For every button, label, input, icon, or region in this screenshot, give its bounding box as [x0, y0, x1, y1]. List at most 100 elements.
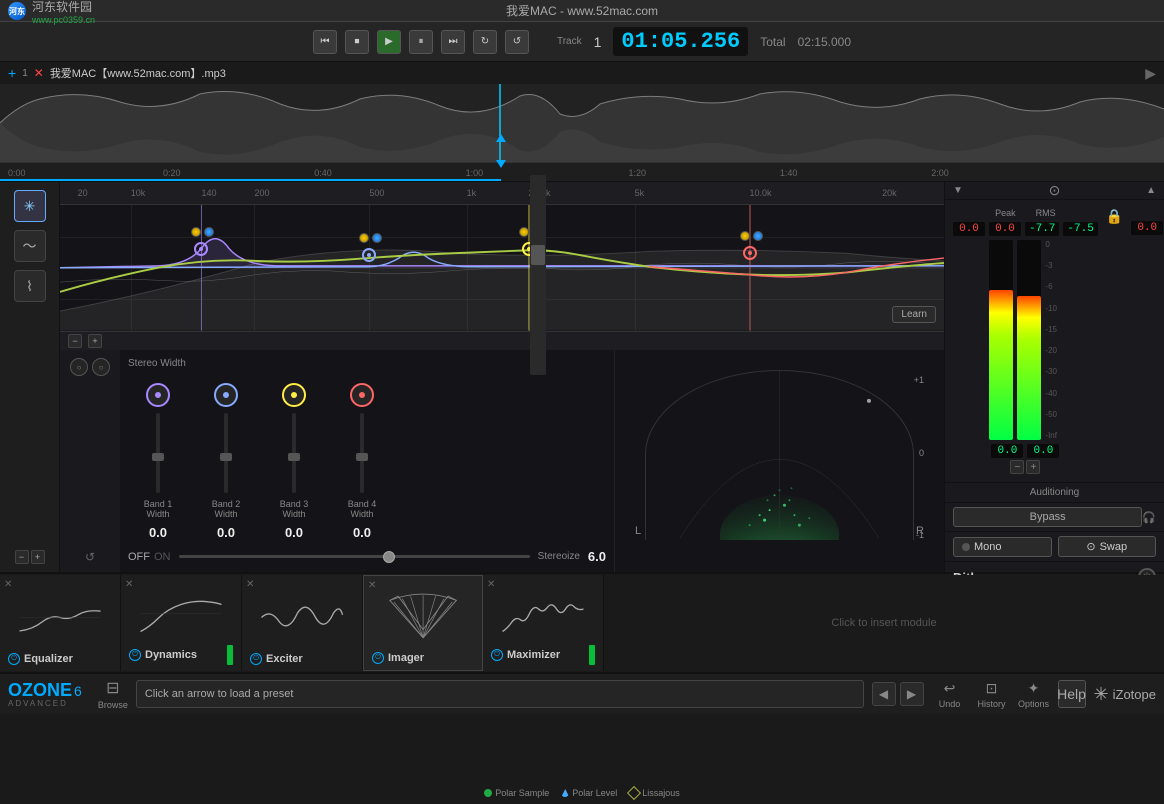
- scale-40: -40: [1045, 389, 1061, 398]
- band3-knob[interactable]: [282, 383, 306, 407]
- close-track-button[interactable]: ✕: [34, 66, 44, 80]
- imager-close[interactable]: ✕: [368, 580, 376, 591]
- headphone-icon[interactable]: 🎧: [1142, 511, 1156, 524]
- ozone-num: 6: [74, 683, 82, 699]
- off-on-toggle: OFF ON: [128, 551, 171, 563]
- signal-tool[interactable]: ⌇: [14, 270, 46, 302]
- chain-swap-icon: ⊙: [1086, 540, 1095, 553]
- band3-power[interactable]: [519, 227, 529, 237]
- reset-area: ↺: [85, 542, 95, 564]
- waveform-scroll-right[interactable]: ▶: [1145, 65, 1156, 82]
- forward-button[interactable]: ⏭: [441, 30, 465, 54]
- exciter-thumbnail: [250, 581, 354, 649]
- equalizer-power[interactable]: ⏻: [8, 653, 20, 665]
- imager-module[interactable]: ✕ ⏻ Imager: [363, 575, 483, 671]
- vert-fader-track[interactable]: [530, 175, 546, 375]
- stereoize-slider[interactable]: [179, 555, 530, 558]
- eq-plus-button[interactable]: +: [31, 550, 45, 564]
- prev-preset-button[interactable]: ◀: [872, 682, 896, 706]
- learn-button[interactable]: Learn: [892, 306, 936, 323]
- band2-handle[interactable]: [362, 248, 376, 262]
- snowflake-tool[interactable]: ✳: [14, 190, 46, 222]
- help-button[interactable]: Help: [1058, 680, 1086, 708]
- band1-slider[interactable]: [156, 413, 160, 493]
- reset-button[interactable]: ↺: [85, 550, 95, 564]
- add-track-button[interactable]: +: [8, 65, 16, 81]
- band4-dollar[interactable]: [753, 231, 763, 241]
- wave-tool[interactable]: 〜: [14, 230, 46, 262]
- band2-controls: [359, 233, 382, 243]
- off-label: OFF: [128, 551, 150, 563]
- exciter-close[interactable]: ✕: [246, 579, 254, 590]
- vu-plus-btn[interactable]: +: [1026, 460, 1040, 474]
- insert-placeholder[interactable]: Click to insert module: [604, 575, 1164, 671]
- equalizer-close[interactable]: ✕: [4, 579, 12, 590]
- rewind-button[interactable]: ⏮: [313, 30, 337, 54]
- vu-down-arrow[interactable]: ▼: [953, 185, 963, 196]
- dynamics-name: Dynamics: [145, 649, 197, 661]
- vu-left-group: Peak RMS 0.0 0.0 -7.7 -7.5: [953, 208, 1098, 474]
- maximizer-module[interactable]: ✕ ⏻ Maximizer: [483, 575, 604, 671]
- maximizer-close[interactable]: ✕: [487, 579, 495, 590]
- dynamics-close[interactable]: ✕: [125, 579, 133, 590]
- band2-knob[interactable]: [214, 383, 238, 407]
- polar-legend: Polar Sample Polar Level Lissajous: [0, 788, 1164, 798]
- stop-button[interactable]: ⏹: [345, 30, 369, 54]
- exciter-module[interactable]: ✕ ⏻ Exciter: [242, 575, 363, 671]
- band3-thumb: [288, 453, 300, 461]
- band2-power[interactable]: [359, 233, 369, 243]
- polar-level-legend: Polar Level: [561, 788, 617, 798]
- timeline-ruler: 0:00 0:20 0:40 1:00 1:20 1:40 2:00: [0, 162, 1164, 182]
- next-preset-button[interactable]: ▶: [900, 682, 924, 706]
- options-label: Options: [1018, 699, 1049, 709]
- band2-slider[interactable]: [224, 413, 228, 493]
- bottom-actions: ↩ Undo ⊡ History ✦ Options Help: [932, 680, 1086, 709]
- equalizer-module[interactable]: ✕ ⏻ Equalizer: [0, 575, 121, 671]
- link-btn-2[interactable]: ○: [92, 358, 110, 376]
- vu-minus-btn[interactable]: −: [1010, 460, 1024, 474]
- scale-inf: -Inf: [1045, 431, 1061, 440]
- maximizer-power[interactable]: ⏻: [491, 649, 503, 661]
- link-btn-1[interactable]: ○: [70, 358, 88, 376]
- band4-slider[interactable]: [360, 413, 364, 493]
- imager-power[interactable]: ⏻: [372, 652, 384, 664]
- undo-button[interactable]: ↩ Undo: [932, 680, 968, 709]
- eq-plus-btn[interactable]: +: [88, 334, 102, 348]
- vu-fill-r: [1017, 296, 1041, 440]
- eq-minus-btn[interactable]: −: [68, 334, 82, 348]
- band1-handle[interactable]: [194, 242, 208, 256]
- band3-slider[interactable]: [292, 413, 296, 493]
- eq-pm-controls: − +: [15, 550, 45, 564]
- band4-power[interactable]: [740, 231, 750, 241]
- loop-button[interactable]: ↻: [473, 30, 497, 54]
- ruler-mark-60: 1:00: [466, 168, 484, 178]
- eq-graph[interactable]: Learn: [60, 205, 944, 330]
- browse-button[interactable]: ⊟ Browse: [98, 678, 128, 710]
- mono-button[interactable]: Mono: [953, 537, 1052, 557]
- exciter-power[interactable]: ⏻: [250, 653, 262, 665]
- lock-icon-left[interactable]: 🔒: [1106, 208, 1123, 474]
- play-button[interactable]: ▶: [377, 30, 401, 54]
- vu-peak-header: Peak: [995, 208, 1016, 218]
- waveform-canvas[interactable]: [0, 84, 1164, 162]
- band4-handle[interactable]: [743, 246, 757, 260]
- vu-up-arrow[interactable]: ▲: [1146, 185, 1156, 196]
- bypass-button[interactable]: Bypass: [953, 507, 1142, 527]
- pause-button[interactable]: ⏸: [409, 30, 433, 54]
- logo-icon: 河东: [8, 2, 26, 20]
- band2-dollar[interactable]: [372, 233, 382, 243]
- history-button[interactable]: ⊡ History: [974, 680, 1010, 709]
- dynamics-power[interactable]: ⏻: [129, 649, 141, 661]
- stereoize-thumb: [383, 551, 395, 563]
- band1-power[interactable]: [191, 227, 201, 237]
- band1-knob[interactable]: [146, 383, 170, 407]
- band1-dollar[interactable]: [204, 227, 214, 237]
- equalizer-footer: ⏻ Equalizer: [8, 649, 112, 665]
- repeat-button[interactable]: ↺: [505, 30, 529, 54]
- eq-minus-button[interactable]: −: [15, 550, 29, 564]
- band-sliders-row: Band 1Width 0.0 Band 2Width 0.0: [128, 375, 606, 541]
- options-button[interactable]: ✦ Options: [1016, 680, 1052, 709]
- band4-knob[interactable]: [350, 383, 374, 407]
- dynamics-module[interactable]: ✕ ⏻ Dynamics: [121, 575, 242, 671]
- swap-button[interactable]: ⊙ Swap: [1058, 536, 1157, 557]
